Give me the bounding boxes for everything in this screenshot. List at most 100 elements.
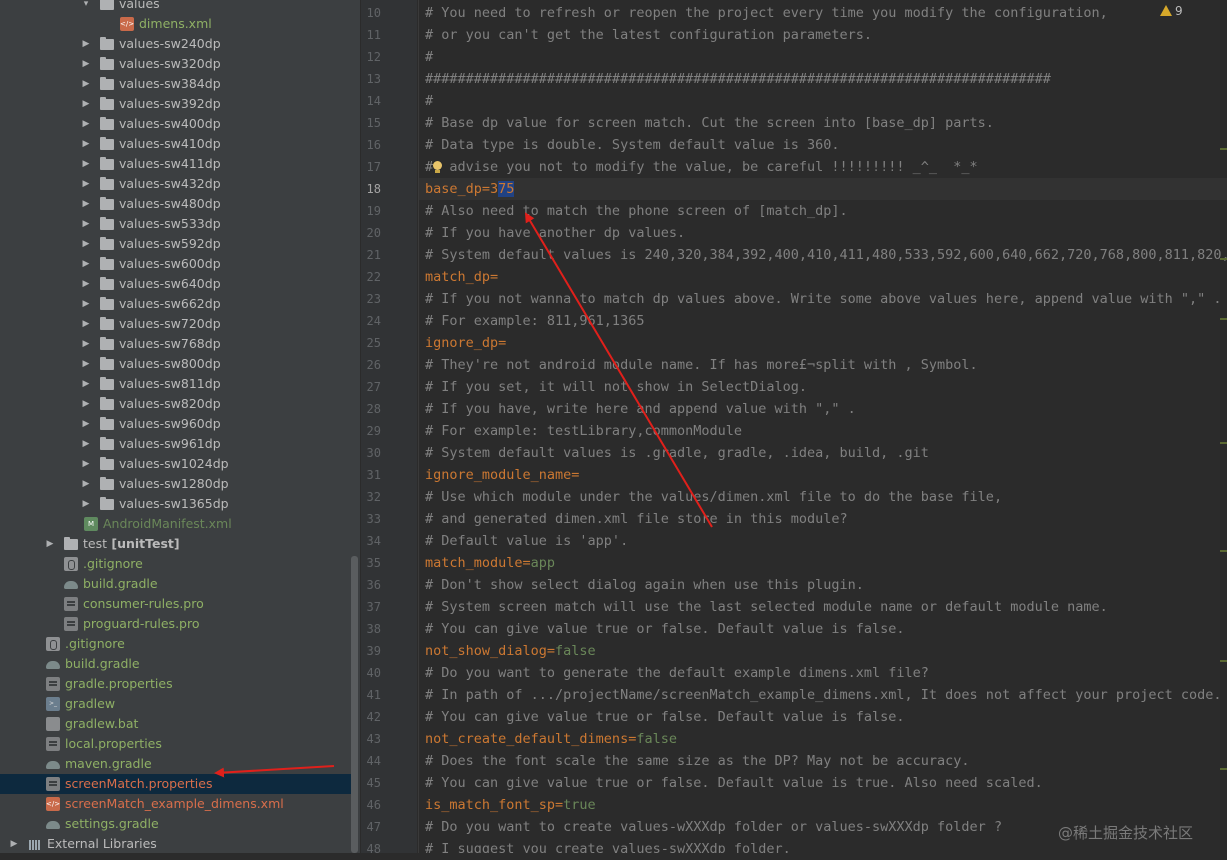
line-number[interactable]: 45	[361, 772, 381, 794]
property-line[interactable]: match_module=app	[425, 552, 555, 574]
project-scrollbar[interactable]	[351, 556, 358, 853]
expand-arrow-icon[interactable]: ▶	[81, 414, 91, 434]
line-number[interactable]: 29	[361, 420, 381, 442]
property-line[interactable]: match_dp=	[425, 266, 498, 288]
tree-folder-item[interactable]: ▶ values-sw320dp	[0, 54, 352, 74]
tree-folder-item[interactable]: ▶ values-sw400dp	[0, 114, 352, 134]
expand-arrow-icon[interactable]: ▶	[81, 34, 91, 54]
error-stripe-mark[interactable]	[1220, 768, 1227, 770]
comment-line[interactable]: # I suggest you create values-swXXXdp fo…	[425, 838, 791, 853]
expand-arrow-icon[interactable]: ▶	[81, 494, 91, 514]
error-stripe-mark[interactable]	[1220, 660, 1227, 662]
line-number[interactable]: 40	[361, 662, 381, 684]
code-editor[interactable]: # You need to refresh or reopen the proj…	[419, 0, 1227, 853]
line-number[interactable]: 33	[361, 508, 381, 530]
line-number[interactable]: 17	[361, 156, 381, 178]
line-number[interactable]: 35	[361, 552, 381, 574]
tree-folder-item[interactable]: ▶ values-sw384dp	[0, 74, 352, 94]
error-stripe-mark[interactable]	[1220, 442, 1227, 444]
comment-line[interactable]: # Also need to match the phone screen of…	[425, 200, 848, 222]
tree-folder-item[interactable]: ▶ values-sw961dp	[0, 434, 352, 454]
tree-folder-item[interactable]: ▶ values-sw960dp	[0, 414, 352, 434]
comment-line[interactable]: # You need to refresh or reopen the proj…	[425, 2, 1108, 24]
line-number[interactable]: 18	[361, 178, 381, 200]
comment-line[interactable]: # System default values is 240,320,384,3…	[425, 244, 1227, 266]
tree-folder-item[interactable]: ▶ values-sw592dp	[0, 234, 352, 254]
expand-arrow-icon[interactable]: ▶	[81, 454, 91, 474]
property-line[interactable]: not_create_default_dimens=false	[425, 728, 677, 750]
comment-line[interactable]: # If you set, it will not show in Select…	[425, 376, 807, 398]
comment-line[interactable]: #	[425, 46, 433, 68]
line-number[interactable]: 23	[361, 288, 381, 310]
tree-folder-item[interactable]: ▶ values-sw662dp	[0, 294, 352, 314]
tree-file-item[interactable]: </> dimens.xml	[0, 14, 352, 34]
tree-file-item[interactable]: .gitignore	[0, 634, 352, 654]
comment-line[interactable]: # You can give value true or false. Defa…	[425, 618, 905, 640]
expand-arrow-icon[interactable]: ▶	[81, 274, 91, 294]
line-number[interactable]: 21	[361, 244, 381, 266]
tree-file-item[interactable]: consumer-rules.pro	[0, 594, 352, 614]
expand-arrow-icon[interactable]: ▶	[81, 94, 91, 114]
tree-folder-item[interactable]: ▶ values-sw768dp	[0, 334, 352, 354]
tree-folder-item[interactable]: ▶ values-sw411dp	[0, 154, 352, 174]
expand-arrow-icon[interactable]: ▶	[81, 474, 91, 494]
comment-line[interactable]: # advise you not to modify the value, be…	[425, 156, 978, 178]
property-line[interactable]: ignore_dp=	[425, 332, 506, 354]
tree-file-item[interactable]: .gitignore	[0, 554, 352, 574]
tree-folder-item[interactable]: ▶ test [unitTest]	[0, 534, 352, 554]
tree-folder-item[interactable]: ▶ values-sw1365dp	[0, 494, 352, 514]
property-line[interactable]: base_dp=375	[425, 178, 515, 200]
expand-arrow-icon[interactable]: ▶	[81, 114, 91, 134]
line-number[interactable]: 46	[361, 794, 381, 816]
tree-folder-item[interactable]: ▶ values-sw811dp	[0, 374, 352, 394]
expand-arrow-icon[interactable]: ▶	[81, 334, 91, 354]
comment-line[interactable]: # You can give value true or false. Defa…	[425, 706, 905, 728]
comment-line[interactable]: # If you not wanna to match dp values ab…	[425, 288, 1222, 310]
comment-line[interactable]: # System default values is .gradle, grad…	[425, 442, 929, 464]
line-number[interactable]: 19	[361, 200, 381, 222]
line-number[interactable]: 25	[361, 332, 381, 354]
comment-line[interactable]: ########################################…	[425, 68, 1051, 90]
line-number[interactable]: 13	[361, 68, 381, 90]
expand-arrow-icon[interactable]: ▶	[81, 74, 91, 94]
property-line[interactable]: not_show_dialog=false	[425, 640, 596, 662]
expand-arrow-icon[interactable]: ▶	[81, 434, 91, 454]
error-stripe-mark[interactable]	[1220, 148, 1227, 150]
line-number[interactable]: 43	[361, 728, 381, 750]
line-number[interactable]: 28	[361, 398, 381, 420]
error-stripe-mark[interactable]	[1220, 318, 1227, 320]
lightbulb-intention-icon[interactable]	[432, 161, 443, 175]
tree-folder-item[interactable]: ▶ values-sw410dp	[0, 134, 352, 154]
expand-arrow-icon[interactable]: ▶	[9, 834, 19, 853]
tree-folder-item[interactable]: ▶ values-sw240dp	[0, 34, 352, 54]
comment-line[interactable]: # Don't show select dialog again when us…	[425, 574, 864, 596]
line-number[interactable]: 15	[361, 112, 381, 134]
comment-line[interactable]: # For example: 811,961,1365	[425, 310, 644, 332]
comment-line[interactable]: # System screen match will use the last …	[425, 596, 1108, 618]
line-number[interactable]: 10	[361, 2, 381, 24]
tree-folder-item[interactable]: ▾ values	[0, 0, 352, 14]
expand-arrow-icon[interactable]: ▶	[81, 134, 91, 154]
line-number[interactable]: 27	[361, 376, 381, 398]
tree-folder-item[interactable]: ▶ values-sw640dp	[0, 274, 352, 294]
comment-line[interactable]: #	[425, 90, 433, 112]
line-number[interactable]: 44	[361, 750, 381, 772]
property-line[interactable]: is_match_font_sp=true	[425, 794, 596, 816]
expand-arrow-icon[interactable]: ▶	[81, 254, 91, 274]
tree-file-item[interactable]: M AndroidManifest.xml	[0, 514, 352, 534]
line-number[interactable]: 14	[361, 90, 381, 112]
comment-line[interactable]: # Base dp value for screen match. Cut th…	[425, 112, 994, 134]
line-number[interactable]: 42	[361, 706, 381, 728]
line-number[interactable]: 24	[361, 310, 381, 332]
tree-folder-item[interactable]: ▶ values-sw820dp	[0, 394, 352, 414]
line-number[interactable]: 16	[361, 134, 381, 156]
expand-arrow-icon[interactable]: ▶	[81, 214, 91, 234]
line-number[interactable]: 30	[361, 442, 381, 464]
expand-arrow-icon[interactable]: ▶	[81, 314, 91, 334]
expand-arrow-icon[interactable]: ▶	[81, 394, 91, 414]
line-number[interactable]: 12	[361, 46, 381, 68]
tree-folder-item[interactable]: ▶ values-sw533dp	[0, 214, 352, 234]
tree-folder-item[interactable]: ▶ values-sw600dp	[0, 254, 352, 274]
line-number[interactable]: 39	[361, 640, 381, 662]
line-number[interactable]: 32	[361, 486, 381, 508]
